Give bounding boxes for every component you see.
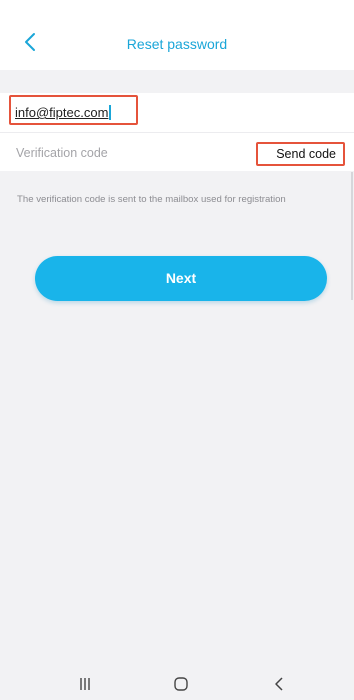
header-bar: Reset password xyxy=(0,0,354,70)
system-nav-bar xyxy=(0,665,354,700)
back-icon xyxy=(275,677,283,691)
recents-icon xyxy=(80,678,90,690)
scrollbar[interactable] xyxy=(351,172,353,300)
recents-button[interactable] xyxy=(73,675,97,693)
home-button[interactable] xyxy=(169,675,193,693)
home-icon xyxy=(174,677,188,691)
email-row: info@fiptec.com xyxy=(0,93,354,133)
verification-code-input[interactable]: Verification code xyxy=(16,145,108,161)
next-button[interactable]: Next xyxy=(35,256,327,301)
send-code-button[interactable]: Send code xyxy=(256,142,345,166)
text-caret xyxy=(109,105,112,120)
reset-password-screen: Reset password info@fiptec.com Verificat… xyxy=(0,0,354,700)
nav-back-button[interactable] xyxy=(267,675,291,693)
page-title: Reset password xyxy=(126,36,228,52)
email-field[interactable]: info@fiptec.com xyxy=(15,105,112,121)
verification-hint: The verification code is sent to the mai… xyxy=(17,194,286,205)
email-value: info@fiptec.com xyxy=(15,105,109,120)
